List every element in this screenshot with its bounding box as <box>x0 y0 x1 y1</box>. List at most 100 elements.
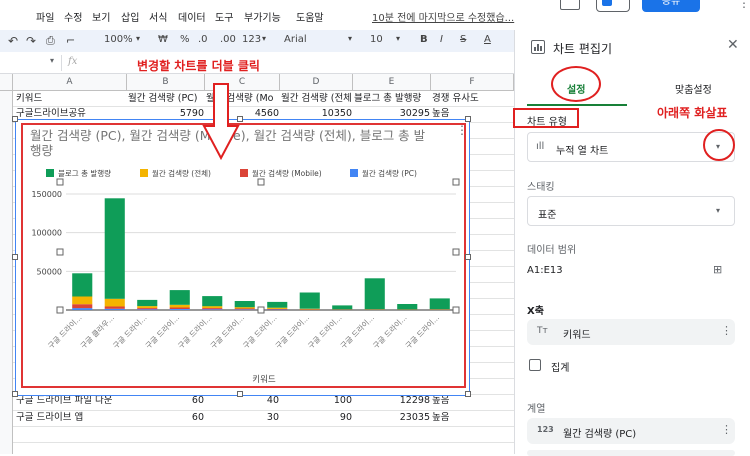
cell-e1[interactable]: 블로그 총 발행량 <box>354 92 430 106</box>
annotation-double-click: 변경할 차트를 더블 클릭 <box>137 57 260 74</box>
aggregate-label: 집계 <box>551 359 569 374</box>
tab-setup-underline <box>527 104 627 106</box>
stacking-chevron-icon: ▾ <box>716 206 720 215</box>
annotation-down-arrow: 아래쪽 화살표 <box>657 104 727 121</box>
zoom-chevron-icon: ▾ <box>136 34 140 43</box>
chart-type-label: 차트 유형 <box>527 113 567 128</box>
close-icon[interactable]: ✕ <box>727 37 739 53</box>
cell-b1[interactable]: 월간 검색량 (PC) <box>128 92 204 106</box>
dropdown-arrow-highlight-circle <box>703 129 735 161</box>
decrease-decimal-button[interactable]: .0 <box>198 34 208 45</box>
cell-a15[interactable]: 구글 드라이브 앱 <box>16 411 126 425</box>
tab-customize[interactable]: 맞춤설정 <box>675 81 712 96</box>
menu-view[interactable]: 보기 <box>92 9 110 24</box>
column-header-f[interactable]: F <box>431 74 514 91</box>
stacking-label: 스태킹 <box>527 178 555 193</box>
chart-editor-icon <box>531 40 545 54</box>
chart-container[interactable]: 월간 검색량 (PC), 월간 검색량 (Mobile), 월간 검색량 (전체… <box>15 119 470 396</box>
series-label: 계열 <box>527 400 545 415</box>
text-type-icon: Tт <box>537 326 548 336</box>
bold-icon[interactable]: B <box>420 34 428 45</box>
grid-select-icon[interactable]: ⊞ <box>713 263 722 276</box>
menu-data[interactable]: 데이터 <box>178 9 206 24</box>
cell-f1[interactable]: 경쟁 유사도 <box>432 92 512 106</box>
zoom-select[interactable]: 100% <box>104 34 133 45</box>
column-header-d[interactable]: D <box>280 74 353 91</box>
x-axis-more-icon[interactable]: ⋮ <box>721 324 732 337</box>
row-headers <box>0 91 13 454</box>
x-axis-value: 키워드 <box>563 326 591 341</box>
series-pill-next[interactable] <box>527 450 735 456</box>
resize-handle-l[interactable] <box>12 254 18 260</box>
cell-a1[interactable]: 키워드 <box>16 92 126 106</box>
data-range-value[interactable]: A1:E13 <box>527 265 563 276</box>
data-range-label: 데이터 범위 <box>527 241 576 256</box>
increase-decimal-button[interactable]: .00 <box>220 34 236 45</box>
share-label: 공유 <box>662 0 680 7</box>
present-button[interactable] <box>596 0 630 12</box>
italic-icon[interactable]: I <box>440 34 443 45</box>
font-size-select[interactable]: 10 <box>370 34 383 45</box>
series-pill[interactable]: 123 월간 검색량 (PC) ⋮ <box>527 418 735 444</box>
resize-handle-tl[interactable] <box>12 116 18 122</box>
stacking-dropdown[interactable]: 표준 ▾ <box>527 196 735 226</box>
print-icon[interactable]: ⎙ <box>46 34 55 48</box>
resize-handle-b[interactable] <box>237 391 243 397</box>
menu-insert[interactable]: 삽입 <box>121 9 139 24</box>
aggregate-checkbox[interactable] <box>529 359 541 371</box>
cell-e15[interactable]: 23035 <box>354 411 430 425</box>
cell-b15[interactable]: 60 <box>128 411 204 425</box>
name-box[interactable]: ▾ <box>0 55 62 71</box>
cell-d15[interactable]: 90 <box>281 411 352 425</box>
menu-help[interactable]: 도움말 <box>296 9 324 24</box>
toolbar: ↶ ↷ ⎙ ⌐ 100% ▾ ₩ % .0 .00 123 ▾ Arial ▾ … <box>0 30 514 52</box>
chart-highlight-box <box>21 123 466 388</box>
menu-addons[interactable]: 부가기능 <box>244 9 281 24</box>
column-header-a[interactable]: A <box>13 74 127 91</box>
currency-button[interactable]: ₩ <box>158 34 168 45</box>
column-headers: A B C D E F <box>0 74 514 91</box>
panel-title: 차트 편집기 <box>553 40 612 57</box>
font-size-chevron-icon: ▾ <box>396 34 400 43</box>
stacking-value: 표준 <box>538 206 556 221</box>
cell-d1[interactable]: 월간 검색량 (전체 <box>281 92 352 106</box>
cell-f15[interactable]: 높음 <box>432 411 512 425</box>
menu-file[interactable]: 파일 <box>36 9 54 24</box>
menu-edit[interactable]: 수정 <box>64 9 82 24</box>
select-all-corner[interactable] <box>0 74 13 91</box>
menu-tools[interactable]: 도구 <box>215 9 233 24</box>
redo-icon[interactable]: ↷ <box>26 34 36 48</box>
comment-icon[interactable] <box>560 0 580 10</box>
font-select[interactable]: Arial <box>284 34 307 45</box>
strikethrough-icon[interactable]: S <box>460 34 466 45</box>
more-vert-icon[interactable]: ⋮ <box>738 0 750 10</box>
resize-handle-br[interactable] <box>465 391 471 397</box>
font-chevron-icon: ▾ <box>348 34 352 43</box>
fx-label: fx <box>68 56 77 67</box>
x-axis-label: X축 <box>527 302 544 317</box>
series-value: 월간 검색량 (PC) <box>563 425 636 440</box>
present-icon <box>602 0 612 6</box>
cell-c15[interactable]: 30 <box>206 411 279 425</box>
percent-button[interactable]: % <box>180 34 190 45</box>
numeric-type-icon: 123 <box>537 425 554 434</box>
resize-handle-r[interactable] <box>465 254 471 260</box>
resize-handle-tr[interactable] <box>465 116 471 122</box>
chart-type-value: 누적 열 차트 <box>556 142 608 157</box>
text-color-icon[interactable]: A <box>484 34 491 45</box>
column-chart-icon: ıll <box>536 141 544 152</box>
x-axis-pill[interactable]: Tт 키워드 ⋮ <box>527 319 735 345</box>
column-header-b[interactable]: B <box>127 74 205 91</box>
series-more-icon[interactable]: ⋮ <box>721 423 732 436</box>
annotation-down-arrow-graphic <box>200 82 242 162</box>
number-format-button[interactable]: 123 <box>242 34 261 45</box>
chart-editor-panel: 차트 편집기 ✕ 설정 맞춤설정 아래쪽 화살표 차트 유형 ıll 누적 열 … <box>514 30 750 454</box>
undo-icon[interactable]: ↶ <box>8 34 18 48</box>
menu-format[interactable]: 서식 <box>149 9 167 24</box>
column-header-e[interactable]: E <box>353 74 431 91</box>
resize-handle-bl[interactable] <box>12 391 18 397</box>
last-edit-link[interactable]: 10분 전에 마지막으로 수정했습... <box>372 9 514 24</box>
tab-setup-highlight-circle <box>551 66 601 102</box>
paint-format-icon[interactable]: ⌐ <box>66 34 75 47</box>
share-button[interactable]: 공유 <box>642 0 700 12</box>
